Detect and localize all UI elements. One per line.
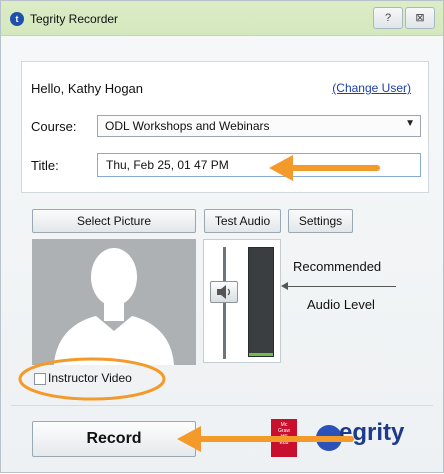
title-input-value: Thu, Feb 25, 01 47 PM [106,158,229,172]
record-button[interactable]: Record [32,421,196,457]
chevron-down-icon: ▼ [405,118,415,129]
divider [11,405,433,406]
audio-level-fill [249,352,273,356]
course-selected-value: ODL Workshops and Webinars [105,119,270,133]
course-select[interactable]: ODL Workshops and Webinars ▼ [97,115,421,137]
speaker-icon [217,285,231,299]
user-greeting: Hello, Kathy Hogan [31,81,144,96]
mcgraw-hill-logo: Mc Graw Hill Edu [271,419,297,457]
settings-button[interactable]: Settings [288,209,353,233]
person-silhouette-icon [54,248,174,365]
audio-level-meter [248,247,274,357]
instructor-video-checkbox[interactable] [34,373,46,385]
recommended-pointer-line [286,286,396,287]
title-label: Title: [31,158,59,173]
help-button[interactable]: ? [373,7,403,29]
recommended-label: Recommended [293,259,382,274]
tegrity-app-icon: t [10,12,24,26]
window-title: Tegrity Recorder [30,12,119,26]
change-user-link[interactable]: (Change User) [332,81,411,95]
audio-level-label: Audio Level [307,297,375,312]
close-button[interactable]: ⊠ [405,7,435,29]
instructor-video-label[interactable]: Instructor Video [48,371,132,385]
tegrity-logo-text: egrity [339,419,405,446]
instructor-picture [32,239,196,365]
volume-slider-thumb[interactable] [210,281,238,303]
recorder-window: t Tegrity Recorder ? ⊠ Hello, Kathy Hoga… [0,0,444,473]
test-audio-button[interactable]: Test Audio [204,209,281,233]
title-bar: t Tegrity Recorder ? ⊠ [1,1,443,36]
select-picture-button[interactable]: Select Picture [32,209,196,233]
course-label: Course: [31,119,77,134]
title-input[interactable]: Thu, Feb 25, 01 47 PM [97,153,421,177]
